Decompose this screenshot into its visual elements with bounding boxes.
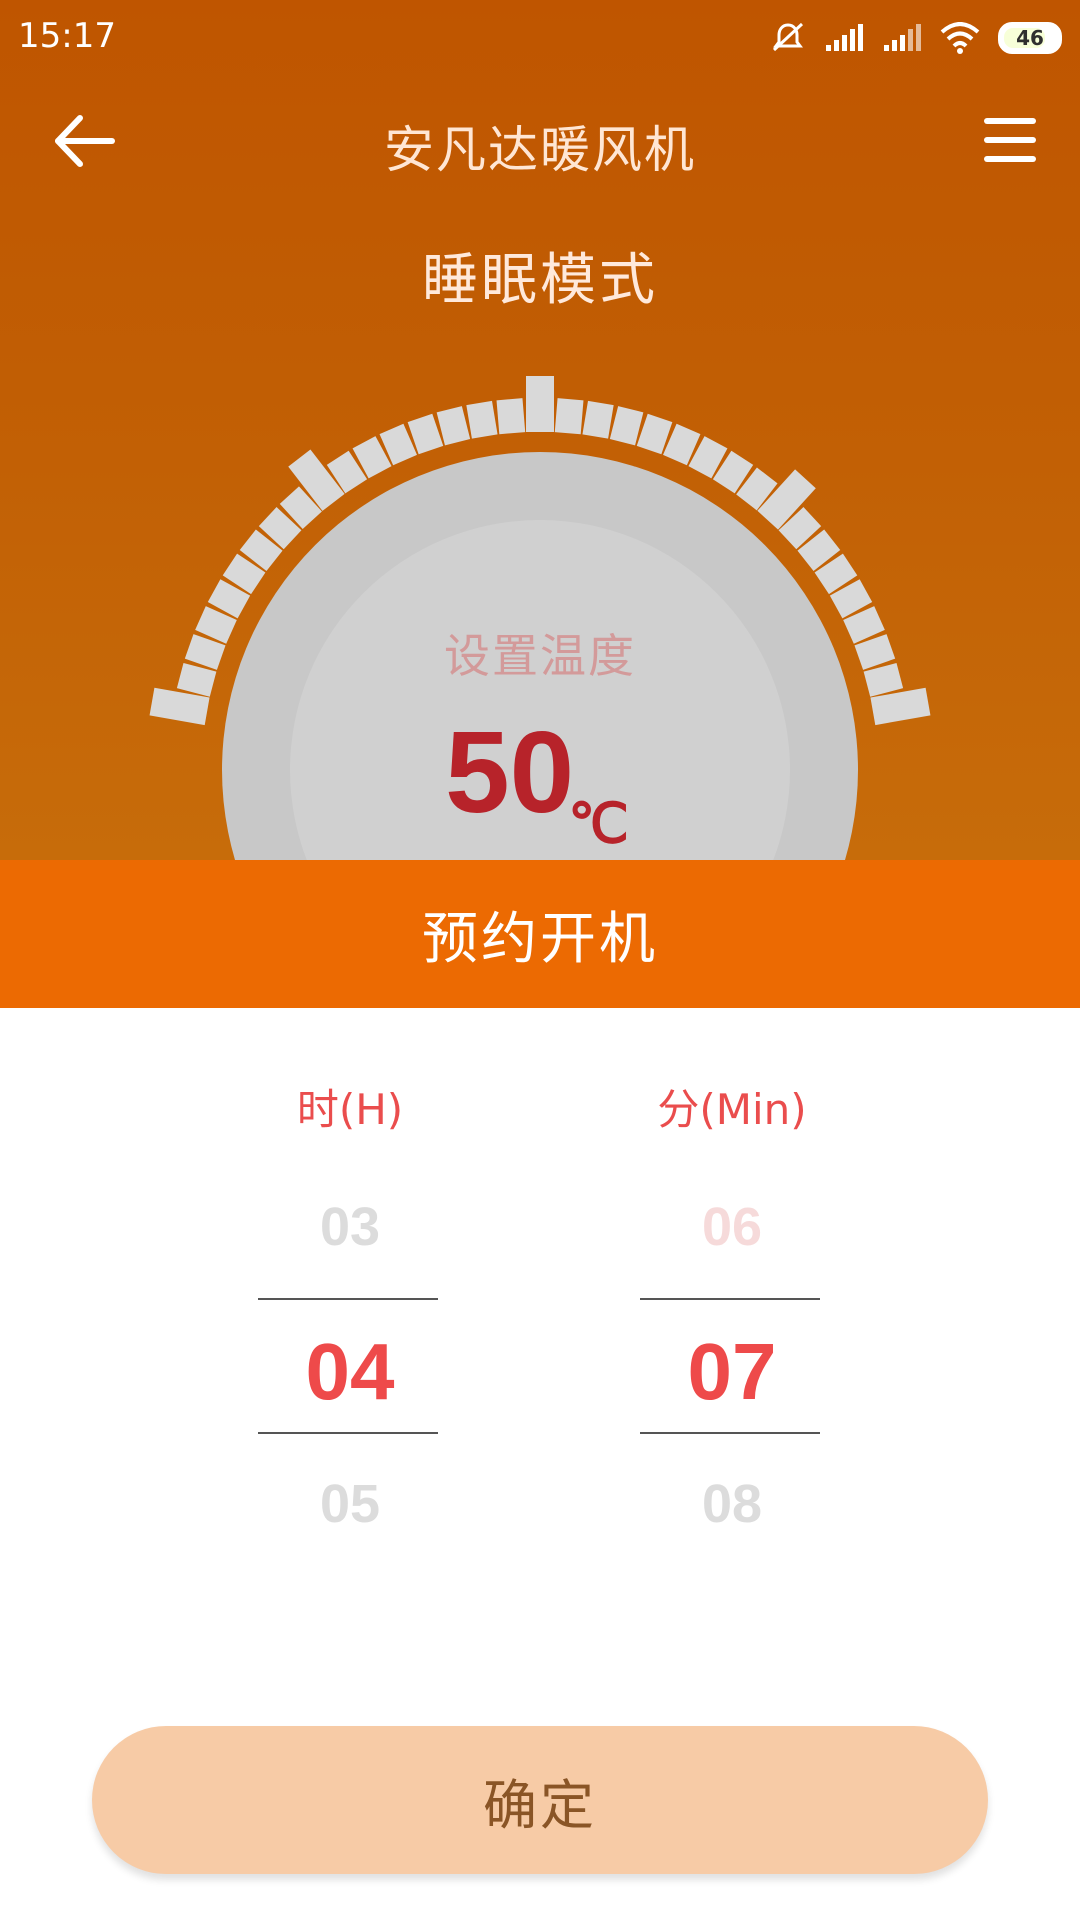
picker-divider <box>640 1432 820 1434</box>
booking-title: 预约开机 <box>422 906 658 972</box>
confirm-label: 确定 <box>483 1773 597 1837</box>
set-temp-label: 设置温度 <box>444 629 636 683</box>
picker-divider <box>258 1298 438 1300</box>
booking-bar: 预约开机 <box>0 860 1080 1008</box>
temp-value: 50 <box>445 707 575 837</box>
status-time: 15:17 <box>18 16 116 56</box>
hour-header: 时(H) <box>296 1085 404 1134</box>
wifi-icon <box>940 22 980 54</box>
top-panel: 15:17 46 安凡达暖风机 睡眠模式 设置温度 50℃ <box>0 0 1080 860</box>
temp-display: 50℃ <box>0 705 1080 854</box>
hour-picker[interactable]: 时(H) 03 04 05 <box>150 1008 550 1568</box>
mute-alarm-icon <box>772 22 804 52</box>
hour-current[interactable]: 04 <box>150 1326 550 1418</box>
battery-level: 46 <box>1016 26 1044 50</box>
hour-prev[interactable]: 03 <box>150 1196 550 1258</box>
minute-header: 分(Min) <box>657 1085 807 1134</box>
dial-tick <box>609 406 644 446</box>
app-header: 安凡达暖风机 <box>0 80 1080 200</box>
dial-tick <box>496 398 526 435</box>
minute-picker[interactable]: 分(Min) 06 07 08 <box>532 1008 932 1568</box>
picker-divider <box>258 1432 438 1434</box>
minute-current[interactable]: 07 <box>532 1326 932 1418</box>
status-icons: 46 <box>770 18 1062 58</box>
confirm-button[interactable]: 确定 <box>92 1726 988 1874</box>
dial-tick <box>554 398 584 435</box>
dial-tick <box>526 376 554 432</box>
dial-tick <box>466 400 498 439</box>
page-title: 安凡达暖风机 <box>384 121 696 179</box>
hour-next[interactable]: 05 <box>150 1473 550 1535</box>
minute-next[interactable]: 08 <box>532 1473 932 1535</box>
temp-unit: ℃ <box>568 794 629 854</box>
dial-tick <box>436 406 471 446</box>
mode-label: 睡眠模式 <box>422 248 658 313</box>
dial-tick <box>582 400 614 439</box>
battery-icon: 46 <box>998 22 1062 54</box>
signal-icon <box>884 24 921 51</box>
hamburger-menu-icon[interactable] <box>980 114 1040 166</box>
picker-divider <box>640 1298 820 1300</box>
minute-prev[interactable]: 06 <box>532 1196 932 1258</box>
status-bar: 15:17 46 <box>0 0 1080 76</box>
signal-icon <box>826 24 863 51</box>
